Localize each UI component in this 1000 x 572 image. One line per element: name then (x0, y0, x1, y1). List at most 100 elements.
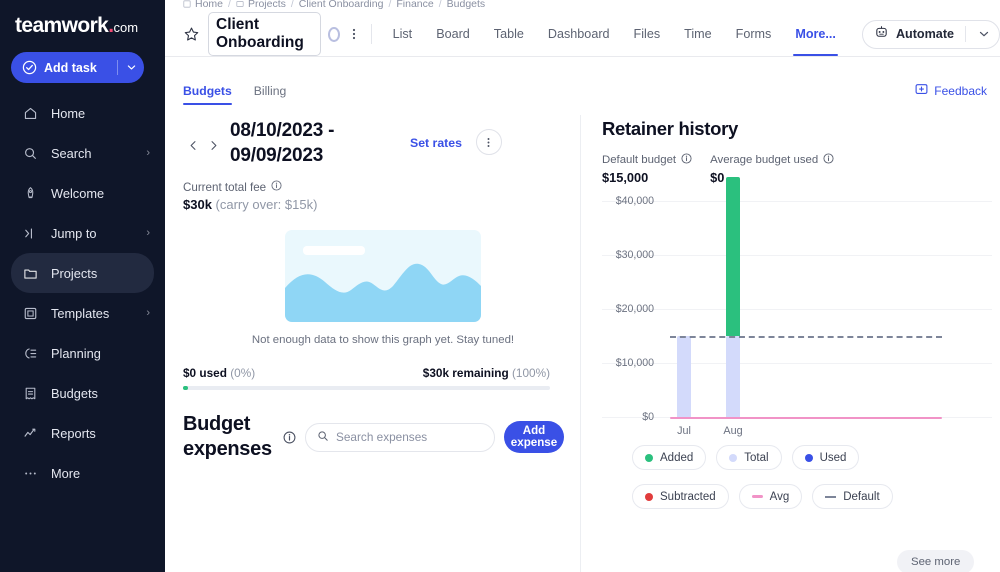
budget-progress: $0 used (0%) $30k remaining (100%) (183, 366, 550, 390)
info-icon[interactable] (681, 153, 692, 167)
sidebar-item-home[interactable]: Home (11, 93, 154, 133)
sidebar-item-reports[interactable]: Reports (11, 413, 154, 453)
sidebar-item-budgets[interactable]: Budgets (11, 373, 154, 413)
tab-more[interactable]: More... (783, 12, 848, 56)
sidebar-item-label: Reports (51, 426, 138, 441)
legend-marker (729, 454, 737, 462)
breadcrumb-separator: / (228, 0, 231, 10)
chart-plot-area: JulAug (670, 201, 992, 417)
breadcrumb-item-budgets[interactable]: Budgets (447, 0, 486, 10)
star-icon[interactable] (183, 24, 200, 44)
breadcrumb-item-projects[interactable]: Projects (236, 0, 286, 10)
logo-name: teamwork (15, 14, 108, 37)
chevron-down-icon[interactable] (118, 63, 144, 72)
budget-progress-bar (183, 386, 550, 390)
app-root: teamwork.com Add task Home (0, 0, 1000, 572)
sidebar-item-planning[interactable]: Planning (11, 333, 154, 373)
chevron-down-icon[interactable] (973, 29, 995, 39)
current-total-fee-value: $30k (183, 197, 212, 212)
legend-label: Avg (770, 491, 790, 503)
automate-button[interactable]: Automate (862, 20, 1000, 49)
tab-table[interactable]: Table (482, 12, 536, 56)
sidebar-item-label: Projects (51, 266, 138, 281)
planning-icon (22, 345, 39, 362)
subtab-budgets[interactable]: Budgets (183, 84, 232, 105)
breadcrumb-item-client-onboarding[interactable]: Client Onboarding (299, 0, 384, 10)
tab-dashboard[interactable]: Dashboard (536, 12, 622, 56)
search-expenses-placeholder: Search expenses (336, 430, 427, 444)
empty-graph-placeholder-bar (303, 246, 365, 255)
budget-panel: 08/10/2023 - 09/09/2023 Set rates Curren… (183, 118, 583, 462)
more-icon (22, 465, 39, 482)
prev-period-button[interactable] (183, 132, 203, 158)
breadcrumb: Home / Projects / Client Onboarding / Fi… (183, 0, 485, 10)
tab-forms[interactable]: Forms (724, 12, 784, 56)
legend-item-subtracted[interactable]: Subtracted (632, 484, 729, 509)
legend-item-added[interactable]: Added (632, 445, 706, 470)
folder-icon (22, 265, 39, 282)
current-total-fee-label-row: Current total fee (183, 180, 583, 194)
budget-options-kebab[interactable] (476, 129, 502, 155)
breadcrumb-label: Projects (248, 0, 286, 10)
next-period-button[interactable] (203, 132, 223, 158)
status-ring-icon[interactable] (328, 27, 340, 42)
project-title[interactable]: Client Onboarding (208, 12, 321, 56)
add-expense-button[interactable]: Add expense (504, 421, 564, 453)
retainer-panel: Retainer history Default budget $15,000 … (602, 118, 990, 509)
check-circle-icon (22, 60, 37, 75)
budget-subtabs: Budgets Billing (183, 84, 286, 105)
subtab-billing[interactable]: Billing (254, 84, 287, 105)
project-menu-kebab[interactable] (346, 23, 362, 45)
used-percent: (0%) (230, 366, 255, 380)
sidebar-item-more[interactable]: More (11, 453, 154, 493)
logo-suffix: com (114, 20, 139, 35)
feedback-button[interactable]: Feedback (915, 83, 987, 99)
sidebar-item-welcome[interactable]: Welcome (11, 173, 154, 213)
budget-progress-labels: $0 used (0%) $30k remaining (100%) (183, 366, 550, 380)
remaining-amount: $30k remaining (423, 366, 509, 380)
legend-label: Default (843, 491, 879, 503)
search-expenses-field[interactable]: Search expenses (305, 423, 495, 452)
sidebar-item-search[interactable]: Search › (11, 133, 154, 173)
panel-divider (580, 115, 581, 572)
breadcrumb-item-home[interactable]: Home (183, 0, 223, 10)
tab-list[interactable]: List (381, 12, 425, 56)
budget-expenses-title: Budget expenses (183, 412, 275, 462)
legend-label: Total (744, 452, 768, 464)
breadcrumb-item-finance[interactable]: Finance (396, 0, 433, 10)
legend-item-used[interactable]: Used (792, 445, 860, 470)
add-task-button[interactable]: Add task (11, 52, 144, 83)
search-icon (317, 430, 329, 445)
chart-y-tick-label: $40,000 (602, 195, 662, 207)
sidebar-item-label: Planning (51, 346, 138, 361)
legend-marker (645, 454, 653, 462)
average-budget-used-label: Average budget used (710, 154, 818, 166)
info-icon[interactable] (271, 180, 282, 194)
sidebar-item-projects[interactable]: Projects (11, 253, 154, 293)
tab-time[interactable]: Time (672, 12, 724, 56)
sidebar-item-templates[interactable]: Templates › (11, 293, 154, 333)
feedback-label: Feedback (934, 84, 987, 98)
legend-label: Subtracted (660, 491, 716, 503)
stat-label-row: Default budget (602, 153, 692, 167)
legend-item-total[interactable]: Total (716, 445, 781, 470)
see-more-button[interactable]: See more (897, 550, 974, 572)
project-topbar: Client Onboarding List Board Table Dashb… (165, 12, 1000, 57)
templates-icon (22, 305, 39, 322)
chart-bar[interactable] (726, 177, 740, 336)
legend-item-avg[interactable]: Avg (739, 484, 803, 509)
info-icon[interactable] (823, 153, 834, 167)
current-total-fee-label: Current total fee (183, 181, 266, 194)
teamwork-logo[interactable]: teamwork.com (0, 0, 165, 38)
budgets-icon (22, 385, 39, 402)
sidebar-item-jump-to[interactable]: Jump to › (11, 213, 154, 253)
chevron-right-icon: › (146, 307, 154, 319)
legend-item-default[interactable]: Default (812, 484, 892, 509)
tab-board[interactable]: Board (424, 12, 482, 56)
current-total-fee-value-row: $30k (carry over: $15k) (183, 197, 583, 212)
chart-bar[interactable] (677, 336, 691, 417)
set-rates-link[interactable]: Set rates (410, 136, 462, 150)
info-icon[interactable] (283, 431, 296, 444)
tab-files[interactable]: Files (622, 12, 673, 56)
chart-bar[interactable] (726, 336, 740, 417)
